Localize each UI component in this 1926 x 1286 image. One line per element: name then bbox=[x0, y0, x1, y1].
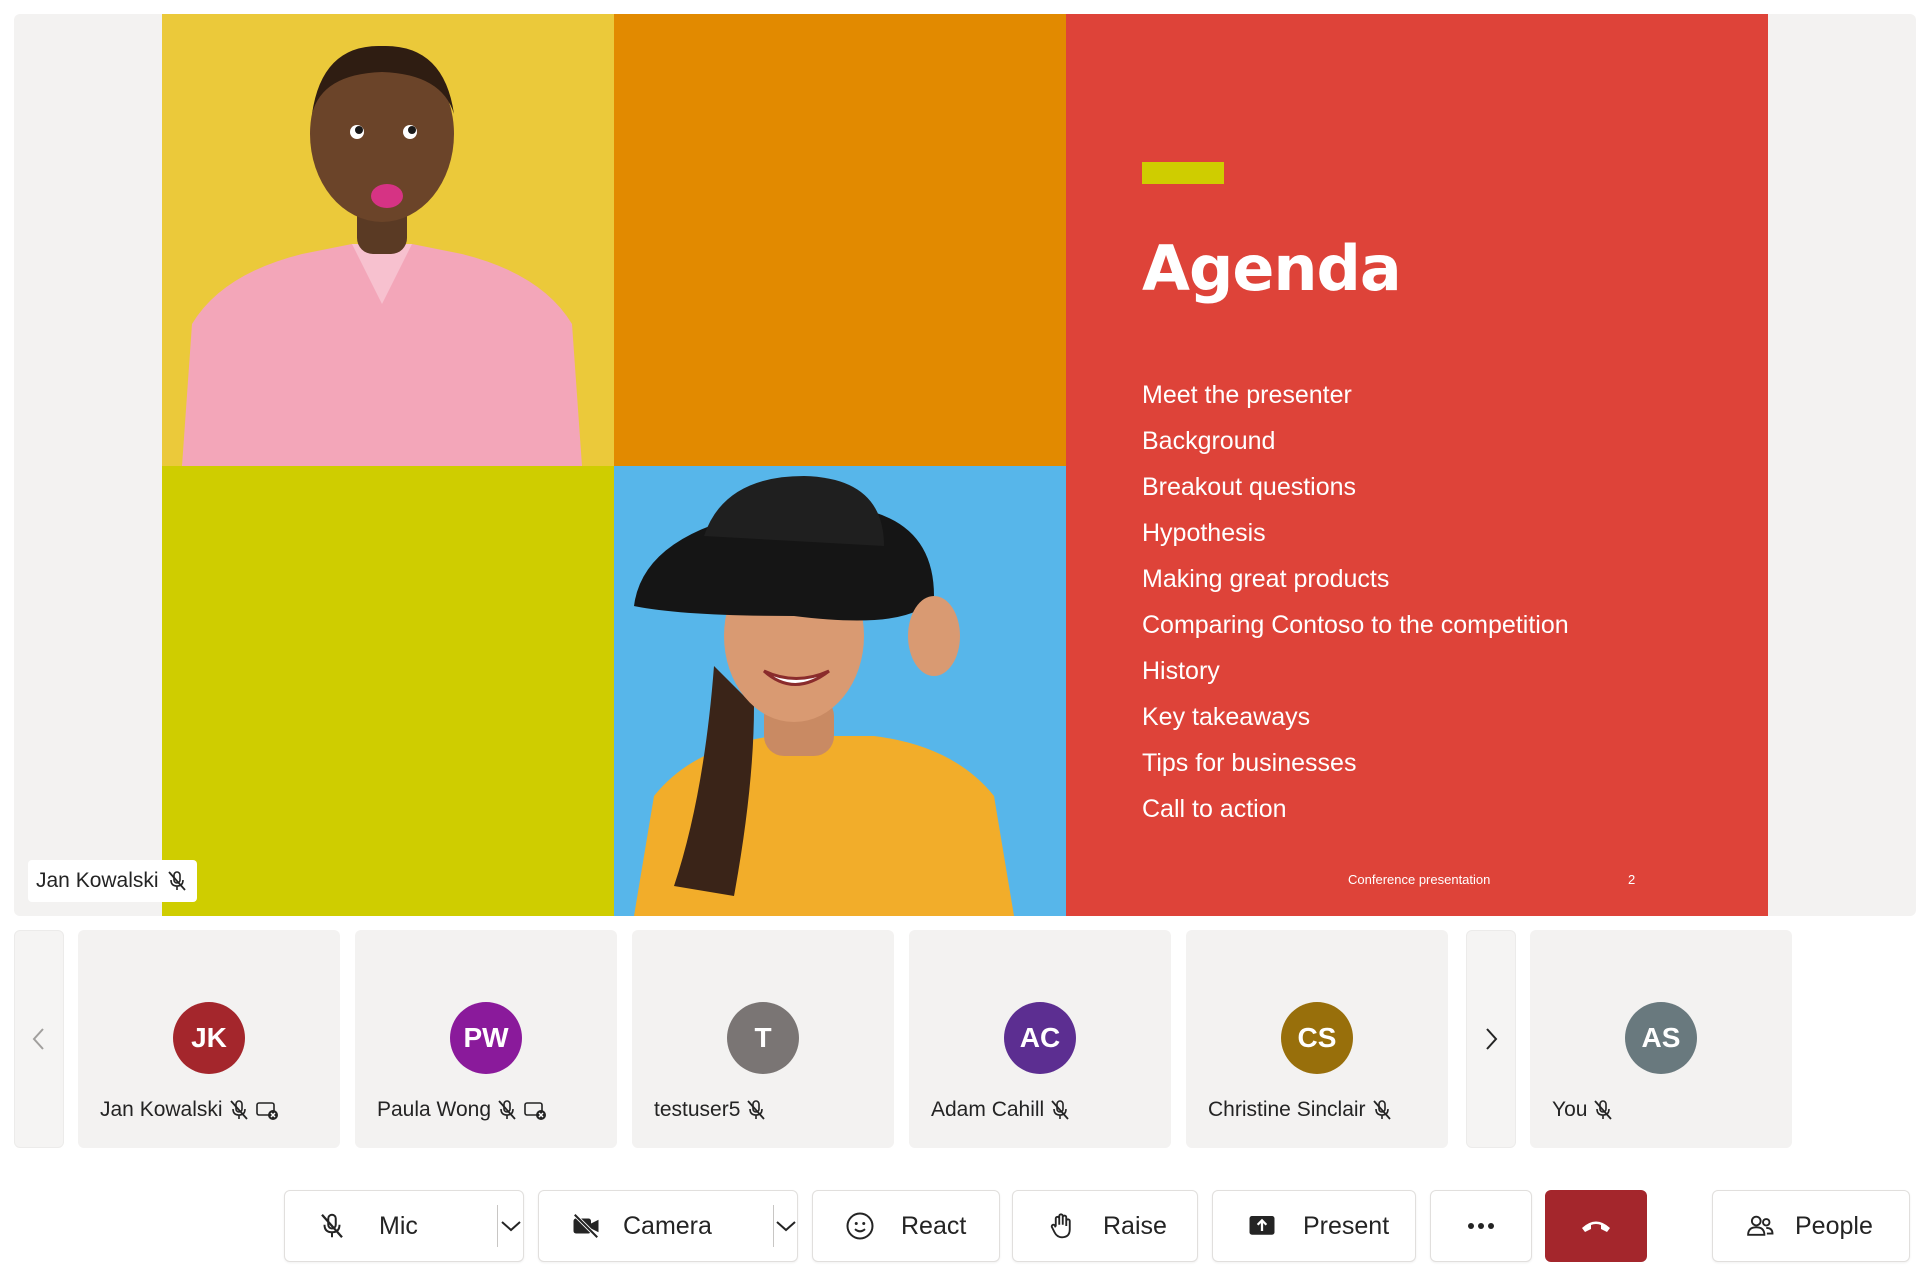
participant-name: Jan Kowalski bbox=[100, 1098, 223, 1121]
camera-options-dropdown[interactable] bbox=[774, 1191, 797, 1261]
agenda-item: Breakout questions bbox=[1142, 473, 1357, 501]
raise-hand-button[interactable]: Raise bbox=[1012, 1190, 1198, 1262]
mic-off-icon bbox=[229, 1100, 248, 1120]
avatar: T bbox=[727, 1002, 799, 1074]
agenda-item: Tips for businesses bbox=[1142, 749, 1357, 777]
slide-footer: Conference presentation bbox=[1348, 872, 1491, 887]
camera-button[interactable]: Camera bbox=[539, 1211, 773, 1241]
chevron-down-icon bbox=[775, 1221, 796, 1232]
participant-strip: JK Jan Kowalski PW Paula Wong T testuser… bbox=[14, 930, 1916, 1148]
participant-name: You bbox=[1552, 1098, 1588, 1121]
avatar: JK bbox=[173, 1002, 245, 1074]
participant-name-row: Paula Wong bbox=[377, 1098, 547, 1122]
avatar-initials: PW bbox=[463, 1022, 509, 1053]
mic-options-dropdown[interactable] bbox=[498, 1191, 523, 1261]
mic-off-icon bbox=[498, 1100, 516, 1120]
previous-participants-button[interactable] bbox=[14, 930, 64, 1148]
camera-off-icon bbox=[573, 1213, 599, 1239]
avatar: PW bbox=[450, 1002, 522, 1074]
participant-tile[interactable]: AC Adam Cahill bbox=[909, 930, 1171, 1148]
share-screen-icon bbox=[1249, 1216, 1275, 1235]
react-label: React bbox=[901, 1211, 967, 1240]
mic-off-icon bbox=[167, 871, 186, 891]
agenda-item: Hypothesis bbox=[1142, 519, 1266, 547]
avatar: AC bbox=[1004, 1002, 1076, 1074]
photo-woman-black-hat bbox=[614, 466, 1066, 916]
agenda-item: Call to action bbox=[1142, 795, 1287, 823]
leave-call-button[interactable] bbox=[1545, 1190, 1647, 1262]
participant-name: Paula Wong bbox=[377, 1098, 492, 1121]
mic-button[interactable]: Mic bbox=[285, 1211, 497, 1241]
avatar-initials: AS bbox=[1641, 1022, 1681, 1053]
participant-name-row: testuser5 bbox=[654, 1098, 768, 1122]
agenda-panel: Agenda Meet the presenter Background Bre… bbox=[1066, 14, 1768, 916]
next-participants-button[interactable] bbox=[1466, 930, 1516, 1148]
mic-control-group: Mic bbox=[284, 1190, 524, 1262]
participant-name: testuser5 bbox=[654, 1098, 741, 1121]
agenda-list: Meet the presenter Background Breakout q… bbox=[1142, 372, 1569, 832]
smiley-icon bbox=[846, 1212, 874, 1240]
raise-label: Raise bbox=[1103, 1211, 1167, 1240]
mic-off-icon bbox=[747, 1100, 766, 1120]
avatar-initials: AC bbox=[1019, 1022, 1061, 1053]
lime-tile bbox=[162, 466, 614, 916]
more-dots-icon bbox=[1468, 1223, 1494, 1229]
agenda-accent-bar bbox=[1142, 162, 1224, 184]
agenda-item: Key takeaways bbox=[1142, 703, 1311, 731]
people-label: People bbox=[1795, 1211, 1873, 1240]
participant-tile[interactable]: CS Christine Sinclair bbox=[1186, 930, 1448, 1148]
avatar-initials: T bbox=[754, 1022, 772, 1053]
presentation-slide: Agenda Meet the presenter Background Bre… bbox=[162, 14, 1768, 916]
mic-off-icon bbox=[1051, 1100, 1069, 1120]
present-button[interactable]: Present bbox=[1212, 1190, 1416, 1262]
camera-label: Camera bbox=[623, 1211, 712, 1240]
participant-name-row: Jan Kowalski bbox=[100, 1098, 279, 1122]
participant-tile[interactable]: T testuser5 bbox=[632, 930, 894, 1148]
hang-up-icon bbox=[1582, 1221, 1610, 1232]
mic-label: Mic bbox=[379, 1211, 418, 1240]
participant-tile[interactable]: JK Jan Kowalski bbox=[78, 930, 340, 1148]
raised-hand-icon bbox=[1050, 1213, 1071, 1239]
participant-name: Christine Sinclair bbox=[1208, 1098, 1366, 1121]
shared-content-stage: Agenda Meet the presenter Background Bre… bbox=[14, 14, 1916, 916]
people-button[interactable]: People bbox=[1712, 1190, 1910, 1262]
screen-share-off-icon bbox=[524, 1102, 547, 1120]
agenda-item: Meet the presenter bbox=[1142, 381, 1352, 409]
participant-name: Adam Cahill bbox=[931, 1098, 1045, 1121]
camera-control-group: Camera bbox=[538, 1190, 798, 1262]
mic-off-icon bbox=[321, 1213, 343, 1238]
participant-name-row: You bbox=[1552, 1098, 1615, 1122]
participant-tile-self[interactable]: AS You bbox=[1530, 930, 1792, 1148]
avatar: CS bbox=[1281, 1002, 1353, 1074]
woman-pink-shirt-image bbox=[162, 14, 614, 466]
react-button[interactable]: React bbox=[812, 1190, 1000, 1262]
mic-off-icon bbox=[1594, 1100, 1613, 1120]
slide-page-number: 2 bbox=[1628, 872, 1636, 887]
present-label: Present bbox=[1303, 1211, 1390, 1240]
presenter-name-tag: Jan Kowalski bbox=[28, 860, 197, 902]
avatar-initials: JK bbox=[191, 1022, 227, 1053]
agenda-title: Agenda bbox=[1142, 232, 1402, 305]
avatar-initials: CS bbox=[1297, 1022, 1337, 1053]
woman-black-hat-image bbox=[614, 466, 1066, 916]
chevron-left-icon bbox=[32, 1028, 44, 1050]
participant-name-row: Christine Sinclair bbox=[1208, 1098, 1394, 1122]
orange-tile bbox=[614, 14, 1066, 466]
people-icon bbox=[1747, 1215, 1774, 1236]
chevron-down-icon bbox=[500, 1221, 521, 1232]
avatar: AS bbox=[1625, 1002, 1697, 1074]
agenda-item: Making great products bbox=[1142, 565, 1390, 593]
more-options-button[interactable] bbox=[1430, 1190, 1532, 1262]
photo-woman-pink-shirt bbox=[162, 14, 614, 466]
agenda-item: Comparing Contoso to the competition bbox=[1142, 611, 1569, 639]
participant-name-row: Adam Cahill bbox=[931, 1098, 1072, 1122]
mic-off-icon bbox=[1372, 1100, 1391, 1120]
screen-share-off-icon bbox=[255, 1102, 278, 1120]
participant-tile[interactable]: PW Paula Wong bbox=[355, 930, 617, 1148]
chevron-right-icon bbox=[1486, 1028, 1498, 1050]
agenda-item: History bbox=[1142, 657, 1220, 685]
meeting-control-bar: Mic Camera React Raise Present People bbox=[0, 1160, 1926, 1286]
presenter-name: Jan Kowalski bbox=[36, 869, 159, 892]
agenda-item: Background bbox=[1142, 427, 1276, 455]
